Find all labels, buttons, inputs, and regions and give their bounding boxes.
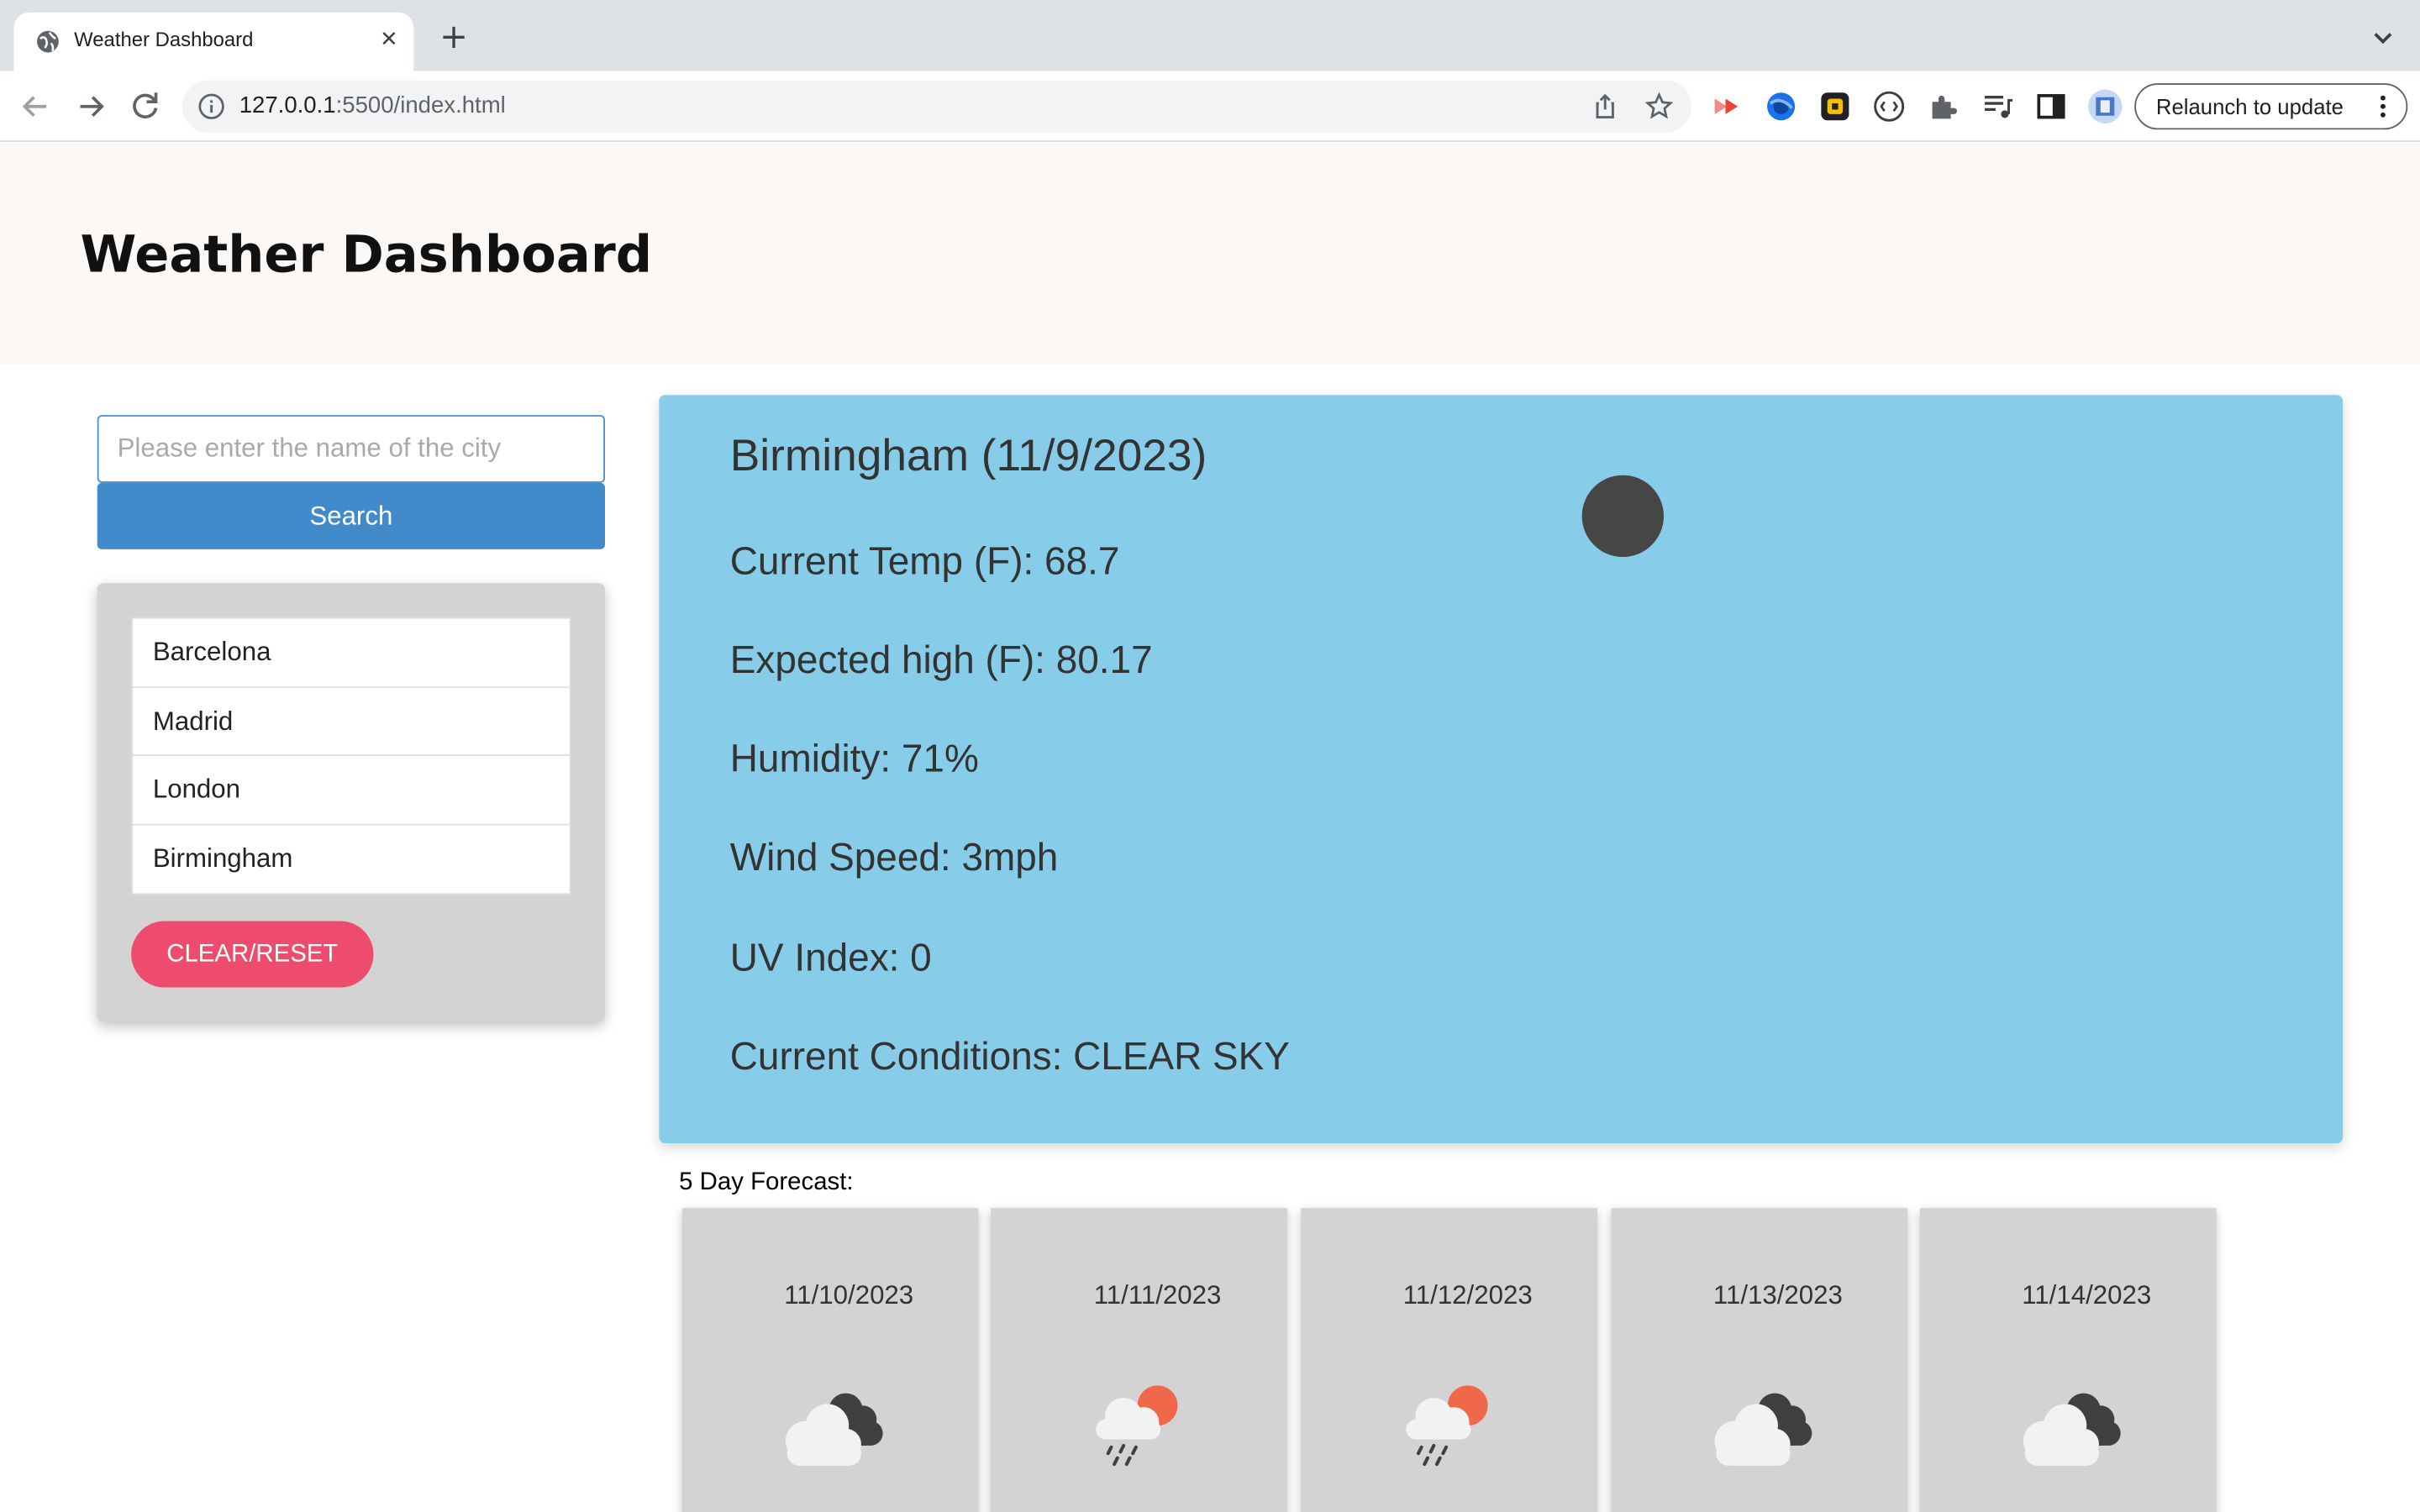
forecast-card: 11/11/2023 [991, 1208, 1287, 1512]
current-weather-icon [1581, 475, 1664, 558]
forecast-card: 11/12/2023 [1301, 1208, 1598, 1512]
page-header: Weather Dashboard [0, 143, 2420, 365]
media-queue-icon[interactable] [1981, 90, 2014, 123]
chevron-down-icon[interactable] [2368, 22, 2399, 53]
browser-tab[interactable]: Weather Dashboard ✕ [13, 12, 414, 71]
search-history-list: Barcelona Madrid London Birmingham [131, 617, 571, 895]
search-button[interactable]: Search [97, 482, 605, 549]
extension-code-icon[interactable] [1872, 90, 1906, 123]
current-temp: Current Temp (F): 68.7 [729, 539, 1120, 584]
forward-icon[interactable] [72, 88, 109, 125]
globe-icon [37, 30, 59, 53]
url-text[interactable]: 127.0.0.1:5500/index.html [239, 92, 506, 118]
expected-high: Expected high (F): 80.17 [729, 638, 1153, 682]
current-conditions: Current Conditions: CLEAR SKY [729, 1035, 1290, 1079]
forecast-date: 11/10/2023 [784, 1280, 914, 1310]
history-item-barcelona[interactable]: Barcelona [132, 618, 570, 688]
forecast-card: 11/10/2023 [681, 1208, 979, 1512]
extension-blue-globe-icon[interactable] [1764, 90, 1797, 123]
sun-rain-icon [1406, 1385, 1488, 1467]
profile-avatar-icon[interactable] [2086, 88, 2123, 125]
cloudy-icon [785, 1393, 883, 1466]
site-info-icon[interactable] [197, 92, 225, 120]
extension-red-arrow-icon[interactable] [1710, 90, 1744, 123]
history-item-london[interactable]: London [132, 755, 570, 825]
wind-speed: Wind Speed: 3mph [729, 836, 1059, 879]
browser-toolbar: 127.0.0.1:5500/index.html Relaunch to up… [0, 71, 2420, 142]
clear-reset-button[interactable]: CLEAR/RESET [131, 921, 374, 988]
close-icon[interactable]: ✕ [378, 24, 400, 55]
bookmark-star-icon[interactable] [1644, 91, 1675, 122]
cloudy-icon [1714, 1393, 1812, 1466]
address-bar[interactable]: 127.0.0.1:5500/index.html [182, 80, 1692, 133]
url-host: 127.0.0.1 [239, 92, 336, 119]
uv-index: UV Index: 0 [729, 936, 932, 980]
tab-title: Weather Dashboard [74, 28, 254, 51]
current-city-title: Birmingham (11/9/2023) [729, 432, 1207, 482]
screen: Weather Dashboard ✕ + 127.0.0.1:5500/ind… [0, 0, 2420, 1512]
forecast-date: 11/14/2023 [2022, 1280, 2152, 1310]
forecast-date: 11/12/2023 [1402, 1280, 1533, 1310]
url-path: :5500/index.html [335, 92, 506, 119]
humidity: Humidity: 71% [729, 737, 979, 781]
extension-yellow-box-icon[interactable] [1818, 90, 1852, 123]
back-icon[interactable] [17, 88, 54, 125]
tab-strip: Weather Dashboard ✕ + [0, 0, 2420, 71]
share-icon[interactable] [1590, 91, 1621, 122]
history-item-birmingham[interactable]: Birmingham [132, 824, 570, 894]
history-item-madrid[interactable]: Madrid [132, 687, 570, 756]
side-panel-icon[interactable] [2034, 90, 2068, 123]
reload-icon[interactable] [127, 88, 164, 125]
cloudy-icon [2023, 1393, 2121, 1466]
relaunch-label: Relaunch to update [2155, 94, 2344, 119]
forecast-card: 11/13/2023 [1611, 1208, 1908, 1512]
sun-rain-icon [1096, 1385, 1178, 1467]
current-weather-panel: Birmingham (11/9/2023) Current Temp (F):… [659, 395, 2344, 1144]
forecast-card: 11/14/2023 [1919, 1208, 2217, 1512]
city-search-input[interactable] [97, 415, 605, 483]
forecast-date: 11/11/2023 [1093, 1280, 1222, 1310]
relaunch-button[interactable]: Relaunch to update [2134, 83, 2408, 130]
search-history-panel: Barcelona Madrid London Birmingham CLEAR… [97, 583, 605, 1021]
web-page: Weather Dashboard Search Barcelona Madri… [0, 143, 2420, 1512]
page-title: Weather Dashboard [80, 223, 653, 284]
forecast-date: 11/13/2023 [1712, 1280, 1843, 1310]
forecast-heading: 5 Day Forecast: [679, 1169, 854, 1196]
more-vert-icon[interactable] [2378, 94, 2387, 118]
new-tab-icon[interactable]: + [437, 21, 471, 55]
puzzle-icon[interactable] [1926, 90, 1960, 123]
